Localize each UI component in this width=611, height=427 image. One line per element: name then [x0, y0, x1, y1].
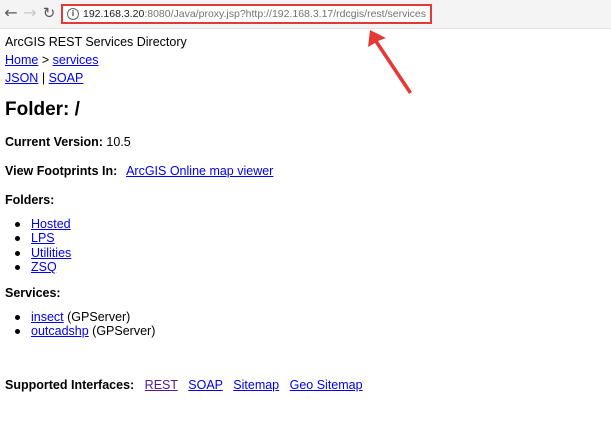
services-list: insect (GPServer) outcadshp (GPServer) — [5, 310, 155, 339]
url-text[interactable]: 192.168.3.20:8080/Java/proxy.jsp?http://… — [83, 8, 426, 20]
current-version-label: Current Version: — [5, 135, 103, 149]
list-item: insect (GPServer) — [5, 310, 155, 324]
footprints-row: View Footprints In: ArcGIS Online map vi… — [5, 164, 273, 178]
supported-interfaces-label: Supported Interfaces: — [5, 378, 135, 392]
list-item: Hosted — [5, 217, 71, 231]
breadcrumb: Home > services — [5, 53, 98, 67]
service-type: (GPServer) — [67, 310, 131, 324]
supported-interfaces-row: Supported Interfaces: REST SOAP Sitemap … — [5, 378, 363, 392]
url-host: 192.168.3.20 — [83, 8, 145, 20]
geo-sitemap-link[interactable]: Geo Sitemap — [290, 378, 363, 392]
service-link-insect[interactable]: insect — [31, 310, 64, 324]
footprints-label: View Footprints In: — [5, 164, 118, 178]
services-heading: Services: — [5, 286, 61, 300]
service-link-outcadshp[interactable]: outcadshp — [31, 324, 89, 338]
folders-list: Hosted LPS Utilities ZSQ — [5, 217, 71, 275]
browser-page: ← → ↻ i 192.168.3.20:8080/Java/proxy.jsp… — [0, 0, 611, 427]
url-path: :8080/Java/proxy.jsp?http://192.168.3.17… — [144, 8, 427, 20]
sitemap-link[interactable]: Sitemap — [233, 378, 279, 392]
list-item: ZSQ — [5, 260, 71, 274]
folders-heading: Folders: — [5, 193, 55, 207]
format-links: JSON | SOAP — [5, 71, 83, 85]
soap-link[interactable]: SOAP — [49, 71, 84, 85]
browser-toolbar: ← → ↻ i 192.168.3.20:8080/Java/proxy.jsp… — [0, 0, 611, 29]
breadcrumb-home-link[interactable]: Home — [5, 53, 38, 67]
list-item: Utilities — [5, 246, 71, 260]
format-separator: | — [41, 71, 46, 85]
json-link[interactable]: JSON — [5, 71, 38, 85]
reload-icon: ↻ — [42, 4, 56, 22]
folder-link-utilities[interactable]: Utilities — [31, 246, 71, 260]
back-button[interactable]: ← — [2, 4, 20, 22]
services-label: Services: — [5, 286, 61, 300]
soap-interface-link[interactable]: SOAP — [188, 378, 223, 392]
current-version-row: Current Version: 10.5 — [5, 135, 131, 149]
breadcrumb-separator: > — [41, 53, 50, 67]
rest-interface-link[interactable]: REST — [145, 378, 178, 392]
page-title: Folder: / — [5, 99, 80, 120]
current-version-value: 10.5 — [106, 135, 131, 149]
folder-link-zsq[interactable]: ZSQ — [31, 260, 57, 274]
folder-link-hosted[interactable]: Hosted — [31, 217, 71, 231]
reload-button[interactable]: ↻ — [40, 4, 58, 22]
breadcrumb-services-link[interactable]: services — [53, 53, 99, 67]
annotation-arrow-icon — [368, 30, 412, 94]
folder-link-lps[interactable]: LPS — [31, 231, 55, 245]
folders-label: Folders: — [5, 193, 54, 207]
forward-button[interactable]: → — [21, 4, 39, 22]
list-item: LPS — [5, 231, 71, 245]
arrow-right-icon: → — [23, 3, 37, 22]
info-icon[interactable]: i — [67, 8, 79, 20]
arrow-left-icon: ← — [4, 3, 18, 22]
service-type: (GPServer) — [92, 324, 156, 339]
arcgis-online-link[interactable]: ArcGIS Online map viewer — [126, 164, 273, 178]
address-bar[interactable]: i 192.168.3.20:8080/Java/proxy.jsp?http:… — [61, 4, 432, 24]
directory-title: ArcGIS REST Services Directory — [5, 35, 187, 49]
list-item: outcadshp (GPServer) — [5, 324, 155, 338]
